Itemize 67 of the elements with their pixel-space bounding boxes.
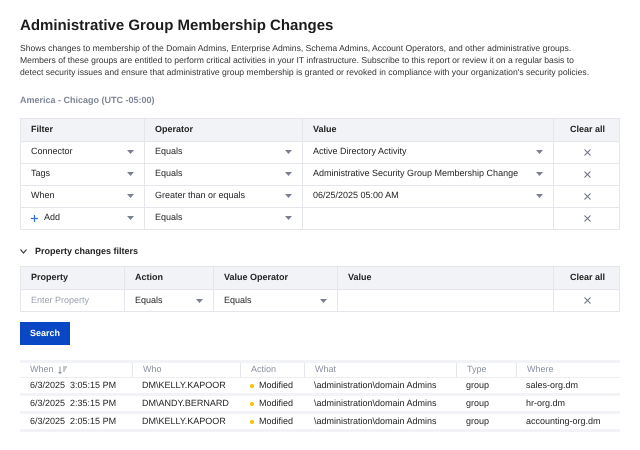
table-cell-text: DM\ANDY.BERNARD	[141, 396, 230, 410]
column-header: Property	[31, 271, 68, 284]
table-cell-text: group	[465, 414, 490, 428]
value-dropdown[interactable]: Administrative Security Group Membership Change	[303, 164, 553, 184]
table-cell-text: DM\KELLY.KAPOOR	[141, 378, 227, 392]
operator-dropdown[interactable]: Equals	[145, 142, 302, 162]
close-icon[interactable]	[584, 148, 591, 156]
page-title: Administrative Group Membership Changes	[20, 16, 334, 36]
caret-icon	[536, 194, 543, 198]
table-cell-text: \administration\domain Admins	[313, 414, 438, 428]
table-cell-text: hr-org.dm	[525, 396, 566, 410]
operator-dropdown[interactable]: Equals	[145, 164, 302, 184]
column-header: Value	[348, 271, 372, 284]
caret-icon	[127, 216, 134, 220]
operator-dropdown[interactable]: Greater than or equals	[145, 186, 302, 206]
table-cell-text: Modified	[259, 378, 294, 392]
table-cell-text: DM\KELLY.KAPOOR	[141, 414, 227, 428]
caret-icon	[285, 194, 292, 198]
value-dropdown[interactable]: 06/25/2025 05:00 AM	[303, 186, 553, 206]
table-cell-text: group	[465, 396, 490, 410]
column-header: Operator	[155, 122, 194, 136]
table-cell-text: \administration\domain Admins	[313, 396, 438, 410]
caret-icon	[127, 150, 134, 154]
column-header: Value	[313, 122, 337, 136]
caret-icon	[127, 194, 134, 198]
value-operator-dropdown[interactable]: Equals	[214, 290, 337, 311]
column-header: Filter	[31, 122, 54, 136]
section-toggle[interactable]: Property changes filters	[20, 244, 138, 258]
column-header: Value Operator	[224, 271, 288, 284]
plus-icon	[31, 214, 38, 222]
caret-icon	[536, 172, 543, 176]
caret-icon	[285, 216, 292, 220]
table-cell-text: accounting-org.dm	[525, 414, 602, 428]
add-filter-dropdown[interactable]: Add	[21, 208, 144, 228]
table-cell-text: sales-org.dm	[525, 378, 580, 392]
filter-dropdown[interactable]: Tags	[21, 164, 144, 184]
search-button[interactable]: Search	[20, 322, 70, 345]
sort-icon[interactable]	[58, 366, 67, 374]
table-cell-text: 6/3/2025 2:35:15 PM	[29, 396, 118, 410]
column-header: Action	[135, 271, 163, 284]
table-cell-text: Modified	[259, 414, 294, 428]
filter-dropdown[interactable]: When	[21, 186, 144, 206]
caret-icon	[127, 172, 134, 176]
caret-icon	[320, 298, 327, 302]
column-header: Clear all	[570, 122, 606, 136]
operator-dropdown[interactable]: Equals	[145, 208, 302, 228]
table-cell-text: 6/3/2025 2:05:15 PM	[29, 414, 118, 428]
value-dropdown[interactable]: Active Directory Activity	[303, 142, 553, 162]
chevron-icon	[20, 248, 27, 254]
close-icon[interactable]	[584, 214, 591, 222]
action-dropdown[interactable]: Equals	[125, 290, 213, 311]
filter-dropdown[interactable]: Connector	[21, 142, 144, 162]
timezone-label: America - Chicago (UTC -05:00)	[20, 94, 155, 107]
close-icon[interactable]	[584, 192, 591, 200]
table-cell-text: Modified	[259, 396, 294, 410]
close-icon[interactable]	[584, 170, 591, 178]
close-icon[interactable]	[584, 297, 591, 304]
caret-icon	[285, 150, 292, 154]
caret-icon	[536, 150, 543, 154]
caret-icon	[285, 172, 292, 176]
table-cell-text: group	[465, 378, 490, 392]
column-header: Clear all	[570, 271, 606, 284]
table-cell-text: 6/3/2025 3:05:15 PM	[29, 378, 118, 392]
property-input-field[interactable]: Enter Property	[21, 290, 124, 311]
table-cell-text: \administration\domain Admins	[313, 378, 438, 392]
caret-icon	[196, 298, 203, 302]
report-description: Shows changes to membership of the Domain Admins, Enterprise Admins, Schema Admins, Account Operators, and other administrative groups. Members of these groups are entitled to perform critical activities in your IT infrastructure. Subscribe to this report or review it on a regular basis to detect security issues and ensure that administrative group membership is granted or revoked in compliance with your organization's security policies.	[20, 42, 590, 78]
